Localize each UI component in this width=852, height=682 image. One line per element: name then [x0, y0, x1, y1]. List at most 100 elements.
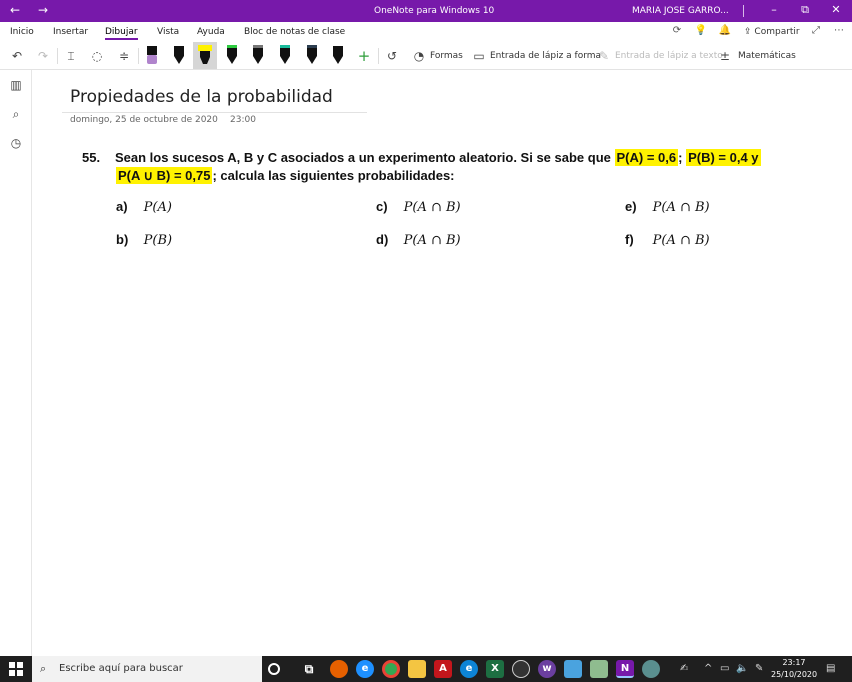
undo-icon[interactable]: ↶ [9, 48, 25, 64]
clock-time: 23:17 [782, 658, 806, 667]
highlight-p-a: P(A) = 0,6 [614, 149, 679, 166]
share-button[interactable]: ⇪ Compartir [744, 27, 800, 37]
pen-icon[interactable] [278, 44, 292, 66]
edge-legacy-icon[interactable]: e [356, 660, 374, 678]
item-label: b) [116, 232, 129, 247]
ink-replay-icon[interactable]: ↺ [384, 48, 400, 64]
item-a: a) P(A) [116, 199, 172, 215]
minimize-icon[interactable]: – [766, 3, 782, 17]
cortana-icon[interactable] [268, 663, 280, 675]
left-navigation-rail: ▥ ⌕ ◷ [0, 70, 32, 656]
ink-to-text-icon[interactable]: ✎ [596, 48, 612, 64]
tab-dibujar[interactable]: Dibujar [105, 27, 138, 40]
problem-number: 55. [82, 150, 101, 165]
volume-icon[interactable]: 🔈 [736, 663, 748, 674]
separator-semicolon: ; [678, 150, 683, 165]
settings-app-icon[interactable] [642, 660, 660, 678]
teams-icon[interactable]: w [538, 660, 556, 678]
pen-icon[interactable] [172, 44, 186, 66]
title-bar: ← → OneNote para Windows 10 MARIA JOSE G… [0, 0, 852, 22]
item-label: d) [376, 232, 389, 247]
taskbar-search-placeholder: Escribe aquí para buscar [59, 663, 183, 674]
toolbar-divider [138, 48, 139, 64]
draw-toolbar: ↶ ↷ ⌶ ◌ ≑ + ↺ ◔ Formas ▭ Entrada de lápi… [0, 42, 852, 70]
pen-icon[interactable] [331, 44, 345, 66]
toolbar-divider [378, 48, 379, 64]
share-label: Compartir [754, 27, 800, 37]
obs-icon[interactable] [512, 660, 530, 678]
math-button[interactable]: Matemáticas [738, 51, 796, 61]
pen-icon[interactable] [225, 44, 239, 66]
type-select-icon[interactable]: ⌶ [63, 48, 79, 64]
page-date: domingo, 25 de octubre de 2020 [70, 115, 218, 125]
back-arrow-icon[interactable]: ← [6, 3, 24, 17]
tab-insertar[interactable]: Insertar [53, 27, 88, 37]
highlight-p-a-union-b: P(A ∪ B) = 0,75 [116, 167, 213, 184]
pen-icon[interactable] [305, 44, 319, 66]
title-divider [743, 5, 744, 17]
item-expression: P(A ∩ B) [652, 233, 710, 248]
item-c: c) P(A ∩ B) [376, 199, 461, 215]
notebooks-icon[interactable]: ▥ [8, 78, 24, 94]
highlighter-icon[interactable] [198, 44, 212, 66]
item-expression: P(A ∩ B) [403, 200, 461, 215]
chrome-icon[interactable] [382, 660, 400, 678]
recent-clock-icon[interactable]: ◷ [8, 136, 24, 152]
network-icon[interactable]: ▭ [720, 663, 729, 674]
user-name[interactable]: MARIA JOSE GARRO... [632, 6, 729, 16]
photos-icon[interactable] [564, 660, 582, 678]
search-icon[interactable]: ⌕ [8, 107, 24, 123]
pen-app-icon[interactable] [590, 660, 608, 678]
edge-icon[interactable]: e [460, 660, 478, 678]
windows-taskbar: ⌕ Escribe aquí para buscar ⧉ e A e X w N… [0, 656, 852, 682]
ink-to-text-button[interactable]: Entrada de lápiz a texto [615, 51, 723, 61]
excel-icon[interactable]: X [486, 660, 504, 678]
lasso-select-icon[interactable]: ◌ [89, 48, 105, 64]
insert-space-icon[interactable]: ≑ [116, 48, 132, 64]
page-time: 23:00 [230, 115, 256, 125]
close-icon[interactable]: ✕ [828, 3, 844, 17]
tab-ayuda[interactable]: Ayuda [197, 27, 225, 37]
pen-workspace-icon[interactable]: ✍ [680, 663, 688, 674]
math-icon[interactable]: ± [717, 48, 733, 64]
shapes-button[interactable]: Formas [430, 51, 463, 61]
ink-to-shape-icon[interactable]: ▭ [471, 48, 487, 64]
pen-icon[interactable] [251, 44, 265, 66]
taskbar-clock[interactable]: 23:17 25/10/2020 [771, 657, 817, 681]
sync-icon[interactable]: ⟳ [669, 25, 685, 39]
search-icon: ⌕ [40, 662, 47, 675]
item-e: e) P(A ∩ B) [625, 199, 710, 215]
forward-arrow-icon[interactable]: → [34, 3, 52, 17]
notifications-icon[interactable]: ▤ [826, 663, 835, 674]
highlight-p-b: P(B) = 0,4 y [686, 149, 761, 166]
tab-bloc-de-notas-de-clase[interactable]: Bloc de notas de clase [244, 27, 345, 37]
firefox-icon[interactable] [330, 660, 348, 678]
maximize-icon[interactable]: ⧉ [797, 3, 813, 17]
bell-icon[interactable]: 🔔 [717, 25, 733, 39]
redo-icon[interactable]: ↷ [35, 48, 51, 64]
item-b: b) P(B) [116, 232, 172, 248]
item-label: f) [625, 232, 634, 247]
tab-inicio[interactable]: Inicio [10, 27, 34, 37]
clock-date: 25/10/2020 [771, 670, 818, 679]
more-options-icon[interactable]: ⋯ [831, 25, 847, 39]
pen-tray-icon[interactable]: ✎ [755, 663, 763, 674]
page-title[interactable]: Propiedades de la probabilidad [70, 87, 333, 107]
chevron-up-icon[interactable]: ^ [704, 663, 712, 674]
onenote-icon[interactable]: N [616, 660, 634, 678]
item-label: c) [376, 199, 388, 214]
pen-icon[interactable] [145, 44, 159, 66]
shapes-icon[interactable]: ◔ [411, 48, 427, 64]
tab-vista[interactable]: Vista [157, 27, 179, 37]
expand-icon[interactable]: ⤢ [808, 25, 824, 39]
add-pen-icon[interactable]: + [356, 48, 372, 64]
lightbulb-icon[interactable]: 💡 [693, 25, 709, 39]
item-f: f) P(A ∩ B) [625, 232, 710, 248]
file-explorer-icon[interactable] [408, 660, 426, 678]
task-view-icon[interactable]: ⧉ [300, 660, 318, 678]
taskbar-search-box[interactable]: ⌕ Escribe aquí para buscar [32, 656, 262, 682]
acrobat-icon[interactable]: A [434, 660, 452, 678]
ink-to-shape-button[interactable]: Entrada de lápiz a forma [490, 51, 601, 61]
windows-start-icon[interactable] [9, 662, 23, 676]
share-icon: ⇪ [744, 27, 752, 37]
